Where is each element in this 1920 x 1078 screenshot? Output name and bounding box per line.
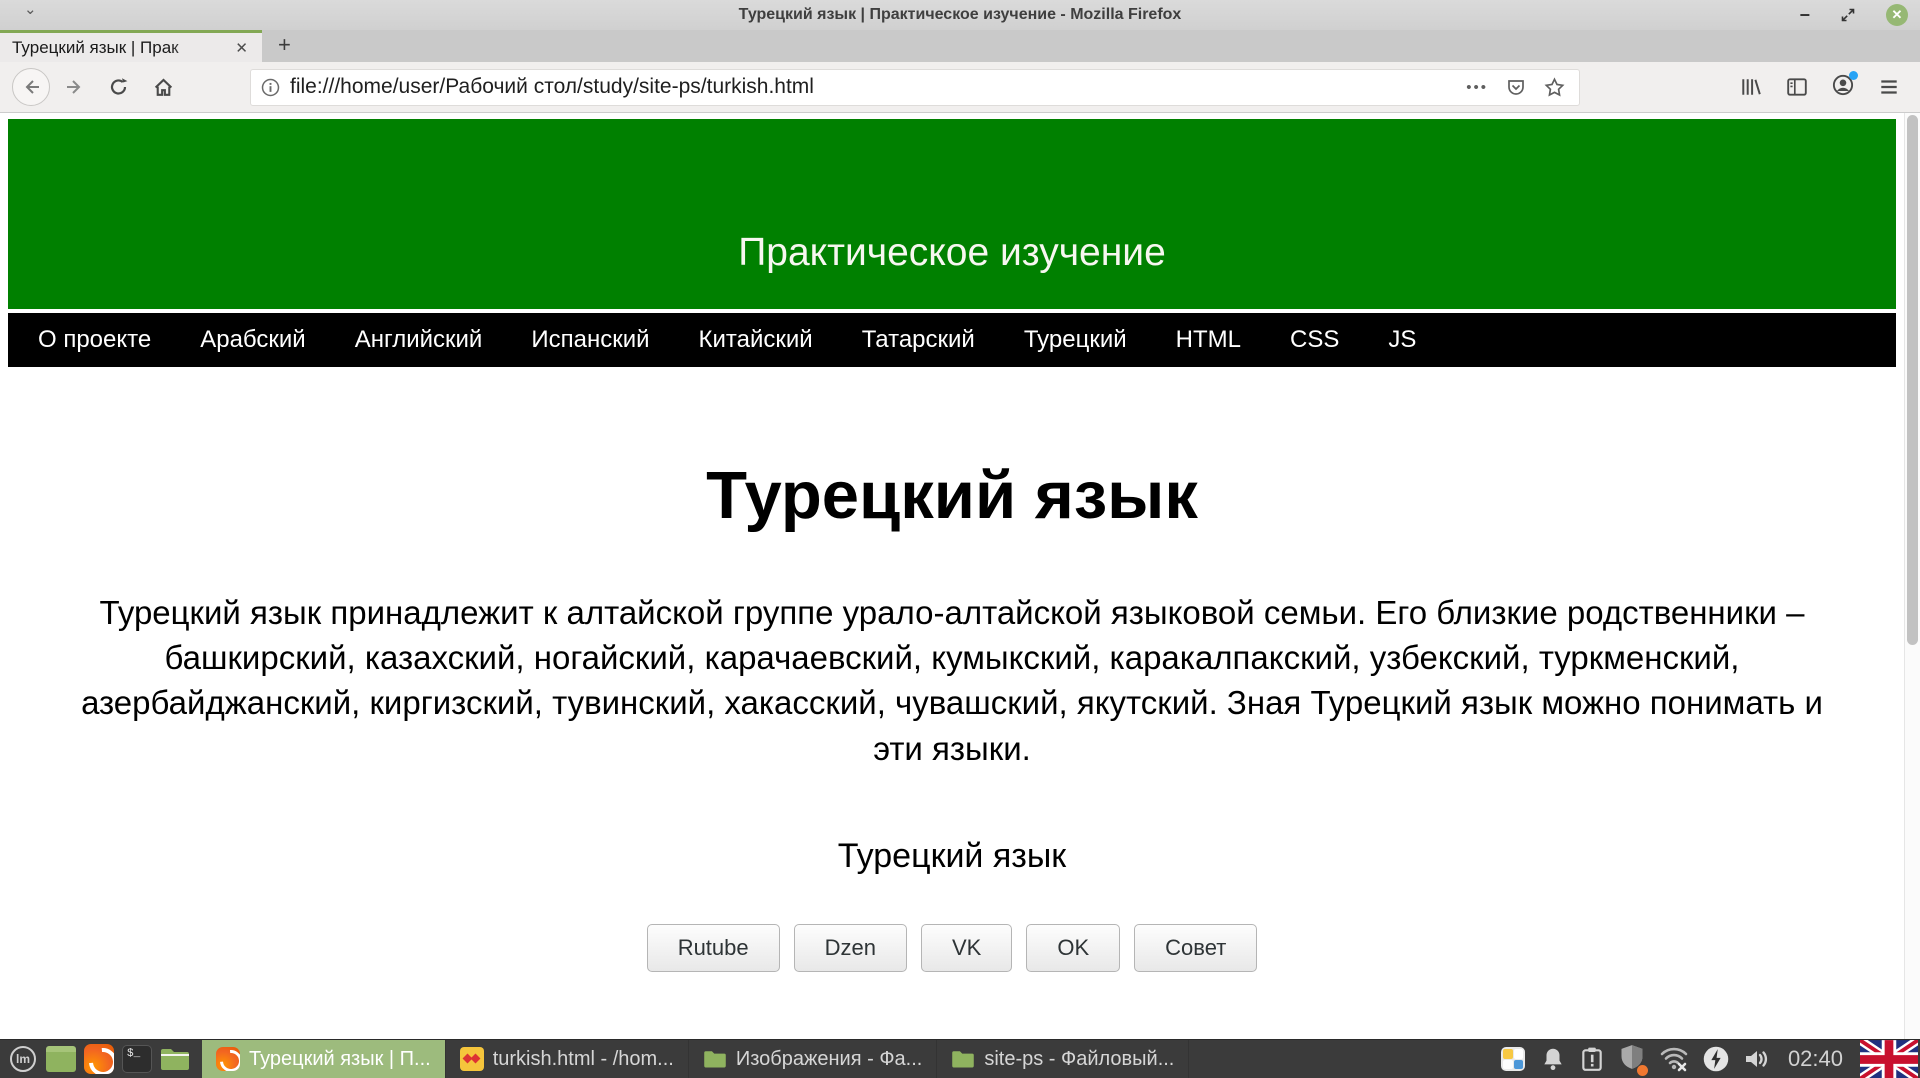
- taskbar-window-label: turkish.html - /hom...: [493, 1048, 674, 1071]
- mint-menu-button[interactable]: lm: [4, 1040, 42, 1078]
- page-title: Турецкий язык: [0, 457, 1904, 534]
- taskbar-window-firefox[interactable]: Турецкий язык | П...: [202, 1040, 446, 1078]
- site-nav: О проекте Арабский Английский Испанский …: [8, 313, 1896, 367]
- library-icon[interactable]: [1740, 76, 1762, 98]
- taskbar-window-siteps[interactable]: site-ps - Файловый...: [937, 1040, 1189, 1078]
- page-subheading: Турецкий язык: [0, 837, 1904, 876]
- nav-link-tatar[interactable]: Татарский: [862, 326, 975, 354]
- nav-link-chinese[interactable]: Китайский: [699, 326, 813, 354]
- keyboard-layout-flag-icon[interactable]: [1860, 1040, 1918, 1078]
- text-editor-icon: [460, 1047, 484, 1071]
- page-content: Практическое изучение О проекте Арабский…: [0, 119, 1904, 972]
- taskbar-window-label: Турецкий язык | П...: [249, 1048, 431, 1071]
- close-button[interactable]: ✕: [1886, 4, 1908, 26]
- nav-link-html[interactable]: HTML: [1176, 326, 1241, 354]
- taskbar-window-images[interactable]: Изображения - Фа...: [689, 1040, 937, 1078]
- page-actions-icon[interactable]: •••: [1466, 79, 1488, 96]
- page-viewport: Практическое изучение О проекте Арабский…: [0, 113, 1920, 1039]
- browser-toolbar: file:///home/user/Рабочий стол/study/sit…: [0, 62, 1920, 113]
- tab-bar: Турецкий язык | Прак ✕ +: [0, 30, 1920, 62]
- toolbar-right-icons: [1740, 74, 1908, 101]
- minimize-button[interactable]: −: [1799, 6, 1810, 24]
- ok-button[interactable]: OK: [1026, 924, 1120, 972]
- window-list: Турецкий язык | П... turkish.html - /hom…: [202, 1040, 1189, 1078]
- home-button[interactable]: [144, 68, 182, 106]
- folder-icon: [951, 1049, 975, 1069]
- folder-icon: [160, 1046, 190, 1072]
- taskbar-window-label: Изображения - Фа...: [736, 1048, 922, 1071]
- window-title: Турецкий язык | Практическое изучение - …: [0, 6, 1920, 24]
- forward-button[interactable]: [56, 68, 94, 106]
- home-icon: [153, 77, 174, 98]
- firefox-icon: [84, 1044, 114, 1074]
- nav-link-spanish[interactable]: Испанский: [531, 326, 649, 354]
- window-controls: − ✕: [1799, 4, 1920, 26]
- sovet-button[interactable]: Совет: [1134, 924, 1257, 972]
- vk-button[interactable]: VK: [921, 924, 1012, 972]
- sidebar-icon[interactable]: [1786, 76, 1808, 98]
- reload-icon: [109, 77, 129, 97]
- scrollbar-thumb[interactable]: [1907, 115, 1918, 645]
- pocket-icon[interactable]: [1506, 77, 1526, 97]
- url-actions: •••: [1466, 77, 1569, 98]
- nav-link-arabic[interactable]: Арабский: [200, 326, 306, 354]
- site-info-icon[interactable]: [261, 78, 280, 97]
- window-titlebar[interactable]: ⌄ Турецкий язык | Практическое изучение …: [0, 0, 1920, 30]
- wifi-disconnected-icon[interactable]: [1659, 1046, 1689, 1072]
- account-button[interactable]: [1832, 74, 1854, 101]
- maximize-button[interactable]: [1840, 7, 1856, 23]
- tab-label: Турецкий язык | Прак: [12, 38, 231, 58]
- intro-paragraph: Турецкий язык принадлежит к алтайской гр…: [57, 590, 1847, 771]
- taskbar-window-editor[interactable]: turkish.html - /hom...: [446, 1040, 689, 1078]
- firefox-launcher[interactable]: [80, 1040, 118, 1078]
- nav-link-about[interactable]: О проекте: [38, 326, 151, 354]
- taskbar-window-label: site-ps - Файловый...: [984, 1048, 1174, 1071]
- back-button[interactable]: [12, 68, 50, 106]
- reload-button[interactable]: [100, 68, 138, 106]
- dzen-button[interactable]: Dzen: [794, 924, 907, 972]
- site-banner: Практическое изучение: [8, 119, 1896, 309]
- desktop: ⌄ Турецкий язык | Практическое изучение …: [0, 0, 1920, 1078]
- forward-icon: [65, 77, 85, 97]
- mint-logo-icon: lm: [10, 1046, 36, 1072]
- url-input[interactable]: file:///home/user/Рабочий стол/study/sit…: [290, 75, 1466, 99]
- firewall-status-dot: [1637, 1065, 1648, 1076]
- maximize-icon: [1840, 7, 1856, 23]
- workspace-grid-icon[interactable]: [1499, 1045, 1527, 1073]
- rutube-button[interactable]: Rutube: [647, 924, 780, 972]
- terminal-icon: $_: [122, 1045, 152, 1073]
- nav-link-css[interactable]: CSS: [1290, 326, 1339, 354]
- bookmark-star-icon[interactable]: [1544, 77, 1565, 98]
- tab-turkish[interactable]: Турецкий язык | Прак ✕: [0, 30, 262, 62]
- taskbar: lm $_ Турецкий язык | П... turkish.html …: [0, 1039, 1920, 1078]
- nav-link-js[interactable]: JS: [1388, 326, 1416, 354]
- show-desktop-icon: [46, 1046, 76, 1072]
- terminal-launcher[interactable]: $_: [118, 1040, 156, 1078]
- notifications-bell-icon[interactable]: [1540, 1046, 1566, 1072]
- system-tray: 02:40: [1499, 1040, 1920, 1078]
- clock[interactable]: 02:40: [1788, 1046, 1843, 1072]
- show-desktop-button[interactable]: [42, 1040, 80, 1078]
- page-scrollbar[interactable]: [1904, 113, 1920, 1039]
- url-bar[interactable]: file:///home/user/Рабочий стол/study/sit…: [250, 69, 1580, 106]
- folder-icon: [703, 1049, 727, 1069]
- firefox-icon: [216, 1047, 240, 1071]
- site-banner-title: Практическое изучение: [738, 231, 1166, 275]
- menu-hamburger-icon[interactable]: [1878, 76, 1900, 98]
- firewall-tray-item[interactable]: [1618, 1043, 1646, 1076]
- files-launcher[interactable]: [156, 1040, 194, 1078]
- tab-close-icon[interactable]: ✕: [231, 37, 252, 59]
- volume-icon[interactable]: [1743, 1046, 1773, 1072]
- link-buttons-row: Rutube Dzen VK OK Совет: [0, 924, 1904, 972]
- power-icon[interactable]: [1702, 1045, 1730, 1073]
- update-manager-icon[interactable]: [1579, 1046, 1605, 1072]
- nav-link-turkish[interactable]: Турецкий: [1024, 326, 1127, 354]
- account-notification-dot: [1849, 71, 1858, 80]
- nav-link-english[interactable]: Английский: [355, 326, 483, 354]
- back-icon: [21, 77, 41, 97]
- new-tab-button[interactable]: +: [262, 32, 307, 62]
